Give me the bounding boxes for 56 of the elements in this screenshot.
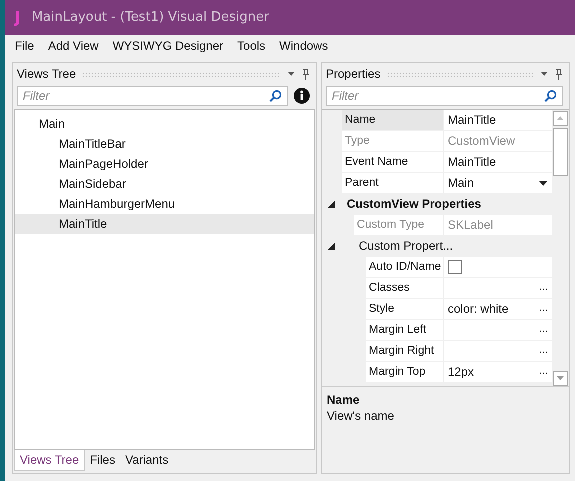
info-icon[interactable] — [294, 88, 310, 104]
menu-item[interactable]: WYSIWYG Designer — [112, 39, 224, 53]
ellipsis-button[interactable]: ... — [540, 341, 548, 361]
dropdown-icon[interactable] — [287, 71, 296, 77]
pin-icon[interactable] — [555, 68, 563, 80]
menu-item[interactable]: Tools — [238, 39, 266, 53]
search-icon[interactable] — [544, 90, 557, 103]
menu-item[interactable]: Windows — [280, 39, 328, 53]
scroll-thumb[interactable] — [553, 128, 568, 176]
category-label: CustomView Properties — [346, 196, 482, 213]
property-name[interactable]: Custom Type — [354, 215, 444, 235]
scroll-down-icon[interactable] — [553, 371, 568, 386]
description-title: Name — [327, 393, 361, 407]
checkbox[interactable] — [448, 260, 462, 274]
menu-item[interactable]: Add View — [48, 39, 99, 53]
tree-item[interactable]: MainTitleBar — [15, 134, 314, 154]
tab[interactable]: Variants — [120, 450, 174, 471]
tab[interactable]: Files — [85, 450, 120, 471]
category-label: Custom Propert... — [358, 238, 454, 255]
tree-item[interactable]: MainPageHolder — [15, 154, 314, 174]
dropdown-icon[interactable] — [539, 180, 548, 186]
property-name[interactable]: Parent — [342, 173, 444, 193]
dropdown-icon[interactable] — [540, 71, 549, 77]
property-name[interactable]: Margin Left — [366, 320, 444, 340]
pin-icon[interactable] — [302, 68, 310, 80]
ellipsis-button[interactable]: ... — [540, 320, 548, 340]
ellipsis-button[interactable]: ... — [540, 362, 548, 382]
panel-title: Properties — [326, 67, 381, 81]
property-name[interactable]: Name — [342, 110, 444, 130]
menu-item[interactable]: File — [15, 39, 34, 53]
tree-item[interactable]: MainHamburgerMenu — [15, 194, 314, 214]
ellipsis-button[interactable]: ... — [540, 299, 548, 319]
ellipsis-button[interactable]: ... — [540, 278, 548, 298]
app-logo: J — [15, 8, 21, 27]
filter-field[interactable]: Filter — [326, 86, 563, 106]
panel-title: Views Tree — [17, 67, 76, 81]
scrollbar[interactable] — [552, 110, 569, 386]
property-name[interactable]: Margin Right — [366, 341, 444, 361]
expanded-icon[interactable] — [328, 242, 335, 250]
tab[interactable]: Views Tree — [14, 450, 86, 471]
tree-item[interactable]: Main — [15, 114, 314, 134]
property-value[interactable]: color: white — [448, 299, 540, 319]
property-name[interactable]: Classes — [366, 278, 444, 298]
property-name[interactable]: Event Name — [342, 152, 444, 172]
tree-item[interactable]: MainSidebar — [15, 174, 314, 194]
search-icon[interactable] — [269, 90, 282, 103]
property-name[interactable]: Auto ID/Name — [366, 257, 444, 277]
property-name[interactable]: Style — [366, 299, 444, 319]
property-name[interactable]: Margin Top — [366, 362, 444, 382]
expanded-icon[interactable] — [328, 200, 335, 208]
property-value[interactable]: 12px — [448, 362, 540, 382]
property-name[interactable]: Type — [342, 131, 444, 151]
tree-item[interactable]: MainTitle — [15, 214, 314, 234]
description-text: View's name — [327, 409, 396, 423]
filter-field[interactable]: Filter — [17, 86, 288, 106]
window-title: MainLayout - (Test1) Visual Designer — [32, 10, 270, 25]
